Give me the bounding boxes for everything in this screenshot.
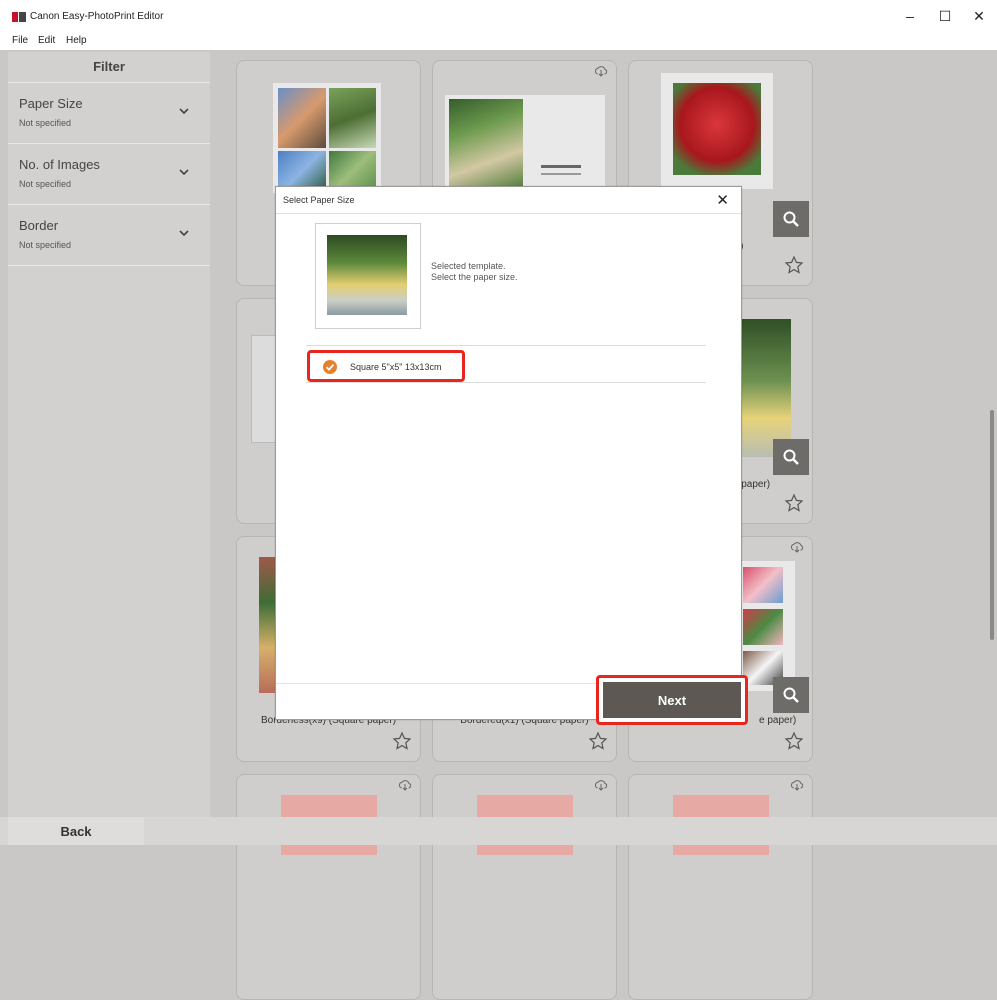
bottom-bar: Back — [0, 817, 997, 845]
filter-label: No. of Images — [19, 157, 100, 172]
paper-size-label: Square 5"x5" 13x13cm — [350, 362, 442, 372]
filter-no-of-images[interactable]: No. of Images Not specified — [8, 144, 210, 205]
paper-size-option[interactable]: Square 5"x5" 13x13cm — [307, 350, 465, 382]
template-photo — [327, 235, 407, 315]
menu-help[interactable]: Help — [66, 35, 87, 46]
template-thumbnail — [733, 561, 795, 691]
favorite-star-icon[interactable] — [784, 493, 804, 513]
menu-bar: File Edit Help — [0, 34, 997, 50]
magnifier-icon — [783, 687, 799, 703]
cloud-download-icon — [594, 780, 608, 791]
favorite-star-icon[interactable] — [784, 255, 804, 275]
template-name: e paper) — [759, 715, 797, 726]
template-thumbnail — [445, 95, 605, 193]
template-card[interactable] — [432, 774, 617, 1000]
zoom-button[interactable] — [773, 439, 809, 475]
filter-heading: Filter — [8, 52, 210, 83]
chevron-down-icon — [179, 108, 189, 115]
filter-border[interactable]: Border Not specified — [8, 205, 210, 266]
chevron-down-icon — [179, 230, 189, 237]
checkmark-icon — [323, 360, 337, 374]
filter-label: Border — [19, 218, 59, 233]
cloud-download-icon — [790, 780, 804, 791]
favorite-star-icon[interactable] — [588, 731, 608, 751]
scrollbar-thumb[interactable] — [990, 410, 994, 640]
cloud-download-icon — [790, 542, 804, 553]
template-caption: Selected template. — [431, 261, 506, 271]
filter-value: Not specified — [19, 179, 72, 189]
zoom-button[interactable] — [773, 677, 809, 713]
filter-label: Paper Size — [19, 96, 83, 111]
favorite-star-icon[interactable] — [784, 731, 804, 751]
chevron-down-icon — [179, 169, 189, 176]
template-instructions: Selected template. Select the paper size… — [431, 261, 518, 283]
template-thumbnail — [273, 83, 381, 193]
zoom-button[interactable] — [773, 201, 809, 237]
selected-template-preview — [315, 223, 421, 329]
maximize-button[interactable]: ☐ — [930, 6, 960, 26]
filter-value: Not specified — [19, 240, 72, 250]
menu-file[interactable]: File — [12, 35, 28, 46]
divider — [276, 213, 741, 214]
divider — [306, 382, 706, 383]
menu-edit[interactable]: Edit — [38, 35, 55, 46]
filter-paper-size[interactable]: Paper Size Not specified — [8, 83, 210, 144]
template-hint: Select the paper size. — [431, 272, 518, 282]
app-logo-icon — [12, 12, 26, 22]
favorite-star-icon[interactable] — [392, 731, 412, 751]
filter-sidebar: Filter Paper Size Not specified No. of I… — [8, 52, 210, 817]
filter-value: Not specified — [19, 118, 72, 128]
minimize-button[interactable]: – — [895, 6, 925, 26]
window-title: Canon Easy-PhotoPrint Editor — [30, 11, 164, 22]
title-bar: Canon Easy-PhotoPrint Editor – ☐ ✕ — [0, 0, 997, 34]
cloud-download-icon — [398, 780, 412, 791]
back-button[interactable]: Back — [8, 817, 144, 845]
template-thumbnail — [661, 73, 773, 189]
magnifier-icon — [783, 449, 799, 465]
close-window-button[interactable]: ✕ — [964, 6, 994, 26]
magnifier-icon — [783, 211, 799, 227]
divider — [306, 345, 706, 346]
template-card[interactable] — [236, 774, 421, 1000]
select-paper-size-dialog: Select Paper Size ✕ Selected template. S… — [275, 186, 742, 720]
dialog-title: Select Paper Size — [283, 195, 355, 205]
template-card[interactable] — [628, 774, 813, 1000]
cloud-download-icon — [594, 66, 608, 77]
dialog-close-button[interactable]: ✕ — [716, 191, 729, 209]
next-button-highlight: Next — [596, 675, 748, 725]
next-button[interactable]: Next — [603, 682, 741, 718]
